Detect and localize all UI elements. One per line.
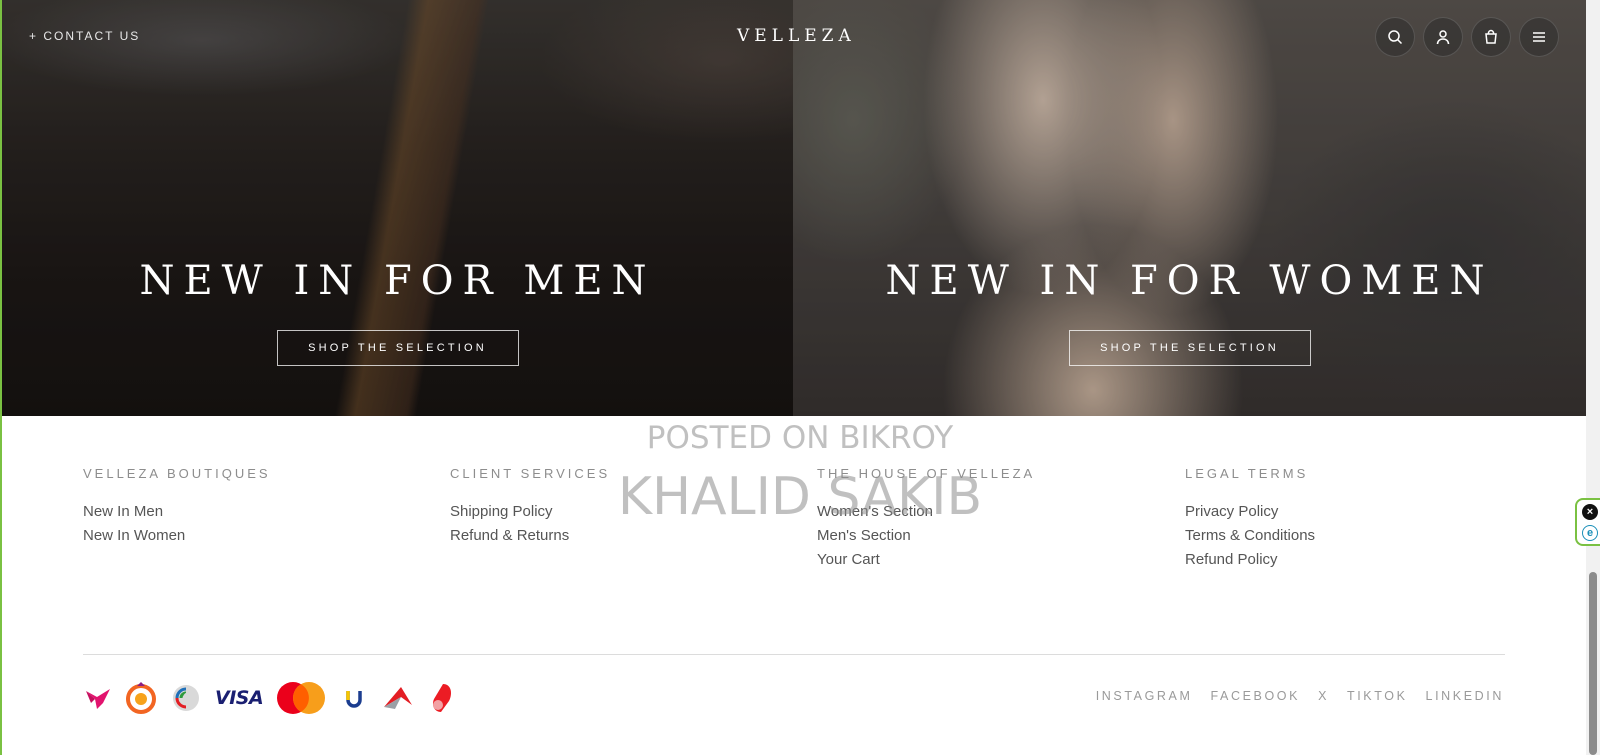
scrollbar-thumb[interactable]	[1589, 572, 1597, 755]
site-footer: VELLEZA BOUTIQUES New In Men New In Wome…	[2, 416, 1586, 755]
vertical-scrollbar[interactable]	[1586, 0, 1600, 755]
page: NEW IN FOR MEN SHOP THE SELECTION NEW IN…	[0, 0, 1586, 755]
rocket-icon	[125, 680, 157, 716]
footer-divider	[83, 654, 1505, 655]
footer-link-womens-section[interactable]: Women's Section	[817, 500, 1035, 524]
floating-extension-widget: × e	[1575, 498, 1600, 546]
social-tiktok-link[interactable]: TIKTOK	[1347, 689, 1408, 703]
footer-link-privacy-policy[interactable]: Privacy Policy	[1185, 500, 1315, 524]
footer-col-house: THE HOUSE OF VELLEZA Women's Section Men…	[817, 466, 1035, 572]
hero-women-content: NEW IN FOR WOMEN SHOP THE SELECTION	[793, 258, 1586, 366]
footer-link-refund-returns[interactable]: Refund & Returns	[450, 524, 610, 548]
menu-icon	[1533, 32, 1545, 42]
footer-link-new-in-men[interactable]: New In Men	[83, 500, 271, 524]
search-button[interactable]	[1375, 17, 1415, 57]
hero-men-content: NEW IN FOR MEN SHOP THE SELECTION	[2, 258, 793, 366]
social-facebook-link[interactable]: FACEBOOK	[1210, 689, 1300, 703]
hero-men-title: NEW IN FOR MEN	[139, 258, 656, 304]
footer-col-title: CLIENT SERVICES	[450, 466, 611, 481]
footer-link-new-in-women[interactable]: New In Women	[83, 524, 271, 548]
footer-col-title: LEGAL TERMS	[1185, 466, 1309, 481]
shop-women-button[interactable]: SHOP THE SELECTION	[1068, 330, 1311, 366]
social-linkedin-link[interactable]: LINKEDIN	[1426, 689, 1504, 703]
footer-link-mens-section[interactable]: Men's Section	[817, 524, 1035, 548]
footer-col-title: THE HOUSE OF VELLEZA	[817, 466, 1036, 481]
menu-button[interactable]	[1519, 17, 1559, 57]
upay-icon	[339, 680, 369, 716]
footer-link-refund-policy[interactable]: Refund Policy	[1185, 548, 1315, 572]
cart-icon	[1485, 29, 1497, 44]
visa-label: VISA	[215, 687, 264, 709]
footer-col-client-services: CLIENT SERVICES Shipping Policy Refund &…	[450, 466, 610, 548]
mastercard-icon	[275, 680, 327, 716]
cart-button[interactable]	[1471, 17, 1511, 57]
account-icon	[1436, 30, 1450, 45]
tap-icon	[381, 680, 415, 716]
visa-icon: VISA	[215, 680, 264, 716]
payment-methods: VISA	[83, 678, 457, 718]
contact-us-link[interactable]: + CONTACT US	[29, 29, 140, 43]
shop-men-button[interactable]: SHOP THE SELECTION	[276, 330, 519, 366]
site-logo[interactable]: VELLEZA	[737, 26, 856, 46]
footer-col-boutiques: VELLEZA BOUTIQUES New In Men New In Wome…	[83, 466, 271, 548]
hero-women-title: NEW IN FOR WOMEN	[885, 258, 1494, 304]
extension-e-icon[interactable]: e	[1582, 525, 1598, 541]
footer-link-your-cart[interactable]: Your Cart	[817, 548, 1035, 572]
site-header: + CONTACT US VELLEZA	[2, 0, 1586, 72]
footer-col-legal: LEGAL TERMS Privacy Policy Terms & Condi…	[1185, 466, 1315, 572]
account-button[interactable]	[1423, 17, 1463, 57]
search-icon	[1388, 30, 1403, 45]
social-x-link[interactable]: X	[1318, 689, 1329, 703]
footer-link-shipping-policy[interactable]: Shipping Policy	[450, 500, 610, 524]
nagad-icon	[427, 680, 457, 716]
footer-link-terms-conditions[interactable]: Terms & Conditions	[1185, 524, 1315, 548]
footer-col-title: VELLEZA BOUTIQUES	[83, 466, 271, 481]
social-links: INSTAGRAM FACEBOOK X TIKTOK LINKEDIN	[1096, 689, 1504, 703]
dbbl-nexus-icon	[169, 680, 203, 716]
bkash-icon	[83, 680, 113, 716]
social-instagram-link[interactable]: INSTAGRAM	[1096, 689, 1193, 703]
close-icon[interactable]: ×	[1582, 504, 1598, 520]
